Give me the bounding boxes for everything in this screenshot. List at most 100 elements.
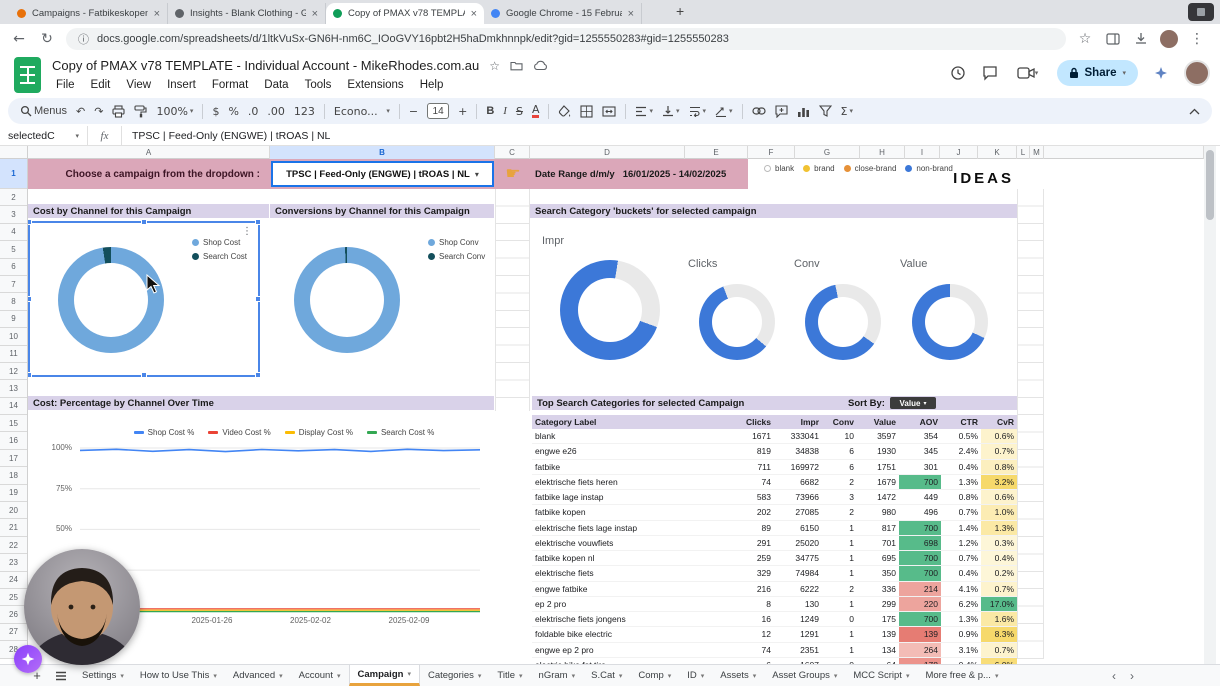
row-header-9[interactable]: 9	[0, 311, 27, 329]
bucket-donut-impr[interactable]	[560, 260, 660, 360]
menu-tools[interactable]: Tools	[299, 78, 338, 92]
meet-camera-icon[interactable]: ▾	[1013, 64, 1043, 82]
create-filter-icon[interactable]	[818, 105, 832, 117]
conv-donut[interactable]	[294, 247, 400, 353]
sheets-logo-icon[interactable]	[14, 57, 41, 93]
column-header-J[interactable]: J	[940, 146, 978, 159]
menu-extensions[interactable]: Extensions	[341, 78, 409, 92]
chart-resize-handle[interactable]	[28, 372, 32, 378]
menu-format[interactable]: Format	[206, 78, 254, 92]
paint-format-icon[interactable]	[134, 104, 148, 118]
column-header-L[interactable]: L	[1017, 146, 1030, 159]
sheet-tab-id[interactable]: ID ▾	[679, 665, 712, 686]
sheet-tab-title[interactable]: Title ▾	[489, 665, 530, 686]
back-icon[interactable]: ←	[10, 30, 28, 48]
sheet-tab-caret-icon[interactable]: ▾	[906, 672, 910, 680]
sheet-tab-mcc-script[interactable]: MCC Script ▾	[845, 665, 917, 686]
row-header-21[interactable]: 21	[0, 519, 27, 537]
menus-search-button[interactable]: Menus	[20, 105, 67, 117]
name-box-caret-icon[interactable]: ▾	[75, 132, 79, 140]
row-header-13[interactable]: 13	[0, 380, 27, 398]
redo-icon[interactable]: ↷	[94, 105, 103, 118]
sheet-tab-caret-icon[interactable]: ▾	[995, 672, 999, 680]
bold-icon[interactable]: B	[486, 105, 494, 117]
insert-chart-icon[interactable]	[797, 105, 810, 118]
menu-edit[interactable]: Edit	[85, 78, 117, 92]
column-header-E[interactable]: E	[685, 146, 748, 159]
row-header-14[interactable]: 14	[0, 398, 27, 416]
horizontal-align-icon[interactable]: ▾	[635, 106, 653, 117]
browser-profile-avatar[interactable]	[1160, 30, 1178, 48]
bucket-donut-conv[interactable]	[805, 284, 881, 360]
row-header-23[interactable]: 23	[0, 554, 27, 572]
chart-resize-handle[interactable]	[28, 296, 32, 302]
menu-insert[interactable]: Insert	[161, 78, 202, 92]
insert-comment-icon[interactable]	[774, 104, 788, 118]
new-tab-button[interactable]: +	[676, 3, 684, 19]
comment-history-icon[interactable]	[981, 64, 999, 82]
more-formats-icon[interactable]: 123	[294, 105, 315, 118]
column-header-A[interactable]: A	[28, 146, 270, 159]
row-header-19[interactable]: 19	[0, 485, 27, 503]
borders-icon[interactable]	[580, 104, 594, 118]
chart-resize-handle[interactable]	[255, 296, 261, 302]
account-avatar[interactable]	[1184, 60, 1210, 86]
move-folder-icon[interactable]	[510, 60, 523, 71]
campaign-dropdown-caret-icon[interactable]: ▾	[475, 170, 479, 179]
format-currency-icon[interactable]: $	[212, 105, 219, 118]
insert-link-icon[interactable]	[751, 107, 766, 115]
row-header-16[interactable]: 16	[0, 432, 27, 450]
sheet-tab-comp[interactable]: Comp ▾	[630, 665, 679, 686]
column-header-H[interactable]: H	[860, 146, 905, 159]
sheet-tab-caret-icon[interactable]: ▾	[120, 672, 124, 680]
formula-input[interactable]: TPSC | Feed-Only (ENGWE) | tROAS | NL	[122, 130, 330, 142]
sheet-tab-caret-icon[interactable]: ▾	[701, 672, 705, 680]
decrease-decimal-icon[interactable]: .0	[248, 105, 259, 118]
column-header-G[interactable]: G	[795, 146, 860, 159]
grid-corner[interactable]	[0, 146, 28, 159]
browser-tab[interactable]: Copy of PMAX v78 TEMPLAT... ×	[326, 3, 484, 24]
site-info-icon[interactable]: ⓘ	[78, 31, 89, 47]
text-rotate-icon[interactable]: ▾	[715, 105, 733, 117]
star-document-icon[interactable]: ☆	[489, 59, 500, 73]
row-header-25[interactable]: 25	[0, 589, 27, 607]
tab-close-icon[interactable]: ×	[312, 8, 318, 20]
sheet-tab-assets[interactable]: Assets ▾	[712, 665, 764, 686]
column-header-M[interactable]: M	[1030, 146, 1044, 159]
chart-resize-handle[interactable]	[255, 219, 261, 225]
sheet-tab-caret-icon[interactable]: ▾	[407, 670, 411, 678]
sheet-tab-caret-icon[interactable]: ▾	[572, 672, 576, 680]
sheet-tab-how-to-use-this[interactable]: How to Use This ▾	[132, 665, 225, 686]
tab-close-icon[interactable]: ×	[471, 8, 477, 20]
hide-toolbar-icon[interactable]	[1189, 108, 1200, 115]
chart-resize-handle[interactable]	[141, 372, 147, 378]
row-header-7[interactable]: 7	[0, 276, 27, 294]
browser-menu-icon[interactable]: ⋮	[1188, 30, 1206, 48]
row-header-22[interactable]: 22	[0, 537, 27, 555]
sheet-tab-categories[interactable]: Categories ▾	[420, 665, 489, 686]
sheet-tab-account[interactable]: Account ▾	[291, 665, 349, 686]
sheet-tab-ngram[interactable]: nGram ▾	[531, 665, 584, 686]
column-header-F[interactable]: F	[748, 146, 795, 159]
bucket-donut-value[interactable]	[912, 284, 988, 360]
row-header-17[interactable]: 17	[0, 450, 27, 468]
menu-file[interactable]: File	[50, 78, 81, 92]
sheet-tab-asset-groups[interactable]: Asset Groups ▾	[764, 665, 845, 686]
browser-window-controls[interactable]	[1188, 3, 1214, 21]
extension-sparkle-button[interactable]	[14, 645, 42, 673]
row-header-6[interactable]: 6	[0, 259, 27, 276]
download-icon[interactable]	[1132, 30, 1150, 48]
refresh-icon[interactable]: ↻	[38, 30, 56, 48]
sheet-tab-caret-icon[interactable]: ▾	[279, 672, 283, 680]
italic-icon[interactable]: I	[503, 105, 507, 117]
row-header-2[interactable]: 2	[0, 189, 27, 207]
cost-donut[interactable]	[58, 247, 164, 353]
tab-close-icon[interactable]: ×	[628, 8, 634, 20]
chart-resize-handle[interactable]	[255, 372, 261, 378]
bucket-donut-clicks[interactable]	[699, 284, 775, 360]
document-title[interactable]: Copy of PMAX v78 TEMPLATE - Individual A…	[52, 58, 479, 73]
vertical-align-icon[interactable]: ▾	[662, 105, 680, 117]
row-header-27[interactable]: 27	[0, 624, 27, 642]
increase-font-icon[interactable]: +	[458, 105, 467, 118]
sheet-tab-caret-icon[interactable]: ▾	[478, 672, 482, 680]
